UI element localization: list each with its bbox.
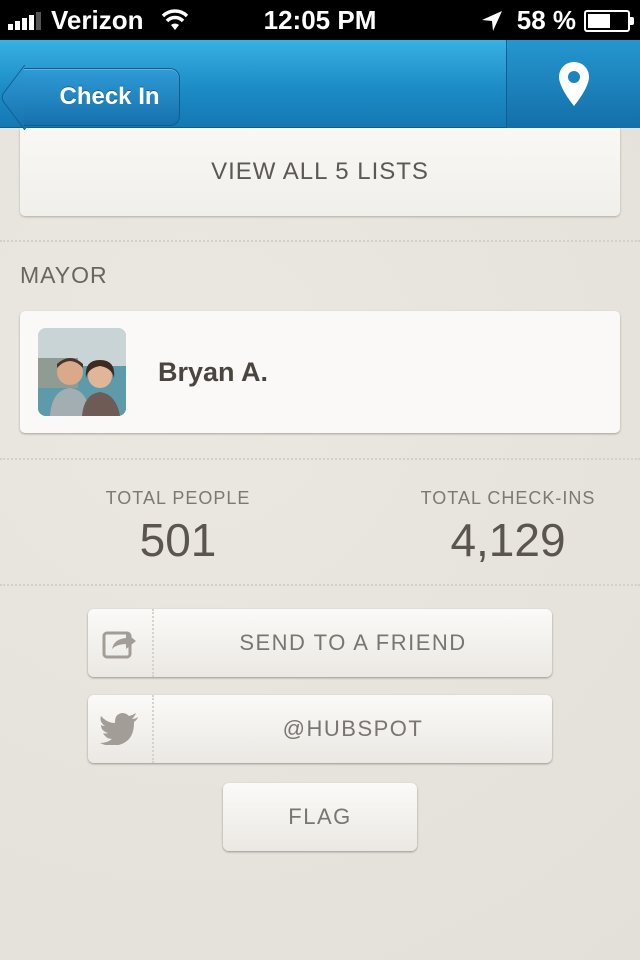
share-icon: [102, 631, 136, 659]
twitter-button[interactable]: @HUBSPOT: [88, 695, 552, 763]
twitter-icon-area: [88, 695, 154, 763]
back-button-wrap: Check In: [12, 54, 182, 126]
venue-screen: Verizon 12:05 PM 58 % Check In VIEW ALL …: [0, 0, 640, 960]
avatar-photo: [38, 328, 126, 416]
share-icon-area: [88, 609, 154, 677]
total-checkins-value: 4,129: [450, 514, 566, 566]
total-people-label: TOTAL PEOPLE: [105, 488, 251, 508]
mayor-name: Bryan A.: [158, 357, 269, 387]
battery-percent: 58 %: [516, 5, 576, 35]
total-checkins-label: TOTAL CHECK-INS: [420, 488, 596, 508]
divider: [0, 584, 640, 586]
battery-fill: [588, 13, 610, 28]
status-right: 58 %: [481, 5, 634, 36]
check-in-back-button[interactable]: Check In: [24, 68, 180, 126]
send-to-friend-button[interactable]: SEND TO A FRIEND: [88, 609, 552, 677]
twitter-handle-label: @HUBSPOT: [282, 716, 424, 741]
mayor-section-label: MAYOR: [20, 262, 108, 288]
flag-button[interactable]: FLAG: [223, 783, 417, 851]
divider: [0, 458, 640, 460]
battery-icon: [584, 9, 634, 32]
map-button[interactable]: [506, 40, 640, 128]
total-checkins-stat: TOTAL CHECK-INS 4,129: [398, 488, 618, 567]
view-all-lists-button[interactable]: VIEW ALL 5 LISTS: [20, 128, 620, 216]
mayor-avatar: [38, 328, 126, 416]
mayor-card[interactable]: Bryan A.: [20, 311, 620, 433]
navigation-bar: Check In: [0, 40, 640, 128]
divider: [0, 240, 640, 242]
total-people-value: 501: [139, 514, 217, 566]
status-bar: Verizon 12:05 PM 58 %: [0, 0, 640, 40]
send-to-friend-label: SEND TO A FRIEND: [239, 630, 467, 655]
total-people-stat: TOTAL PEOPLE 501: [78, 488, 278, 567]
twitter-bird-icon: [100, 713, 138, 745]
location-pin-icon: [558, 62, 589, 106]
location-services-icon: [481, 10, 502, 31]
